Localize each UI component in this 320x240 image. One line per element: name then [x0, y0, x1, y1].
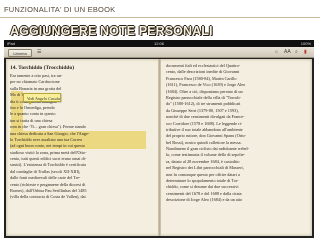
book-spine: [158, 59, 161, 236]
sun-icon[interactable]: ☼: [274, 49, 279, 55]
reader-toolbar: Libreria ☰ ☼ AA ⌕ ▮: [4, 47, 314, 58]
title-divider: [0, 17, 320, 18]
note-pointer: [28, 102, 32, 105]
ebook-reader-screen: iPad 12:06 100% Libreria ☰ ☼ AA ⌕ ▮ 14. …: [4, 40, 314, 238]
search-icon[interactable]: ⌕: [295, 49, 298, 55]
text-line: (villa della contracta di Costa de Valle…: [10, 194, 86, 200]
chapter-title: 14. Torchiddo (Trocchiddo): [10, 65, 75, 71]
slide-title: FUNZIONALITA' DI UN EBOOK: [4, 5, 116, 14]
library-button[interactable]: Libreria: [8, 48, 32, 57]
right-page[interactable]: documenti fiali ed ecclesiastici del Qua…: [166, 63, 308, 204]
open-book: 14. Torchiddo (Trocchiddo) Era tamente a…: [6, 59, 312, 236]
personal-note-popup[interactable]: Vedi Angelo Casula: [23, 93, 61, 102]
bookmark-icon[interactable]: ▮: [304, 49, 307, 55]
slide-heading: AGGIUNGERE NOTE PERSONALI: [10, 24, 213, 38]
list-icon[interactable]: ☰: [37, 49, 41, 55]
status-bar: iPad 12:06 100%: [4, 40, 314, 47]
left-page[interactable]: 14. Torchiddo (Trocchiddo) Era tamente a…: [10, 63, 154, 201]
status-time: 12:06: [154, 41, 165, 46]
text-line: descrizione di Jorge Aleo (1684) e da un…: [166, 197, 243, 203]
font-size-button[interactable]: AA: [284, 49, 291, 55]
device-label: iPad: [7, 41, 16, 46]
battery-level: 100%: [300, 41, 311, 46]
